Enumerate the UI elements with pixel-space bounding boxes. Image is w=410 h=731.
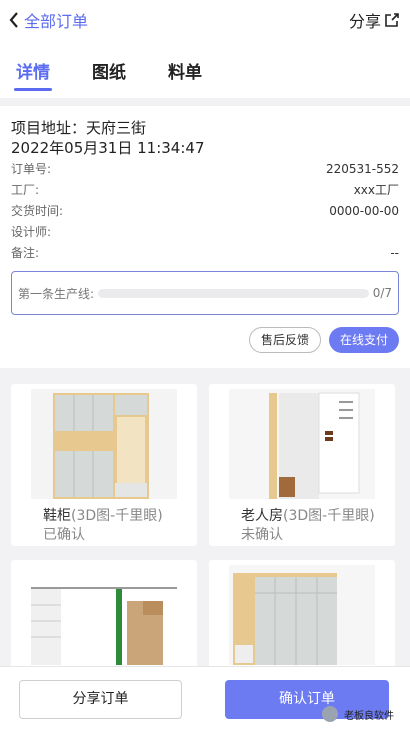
- design-thumbnail: [229, 565, 375, 665]
- after-sales-button[interactable]: 售后反馈: [248, 327, 321, 353]
- design-card[interactable]: 鞋柜(3D图-千里眼) 已确认: [11, 384, 197, 546]
- delivery-time-label: 交货时间:: [11, 204, 64, 218]
- production-progress-text: 0/7: [372, 286, 392, 300]
- action-buttons: 售后反馈 在线支付: [11, 327, 399, 353]
- tab-materials[interactable]: 料单: [168, 58, 202, 91]
- production-progress-bar: [98, 288, 369, 298]
- factory-label: 工厂:: [11, 183, 40, 197]
- design-title: 鞋柜(3D图-千里眼): [43, 505, 163, 525]
- production-line-label: 第一条生产线:: [18, 286, 95, 301]
- design-thumbnail: [229, 389, 375, 499]
- design-card[interactable]: [11, 560, 197, 667]
- design-thumbnail: [31, 389, 177, 499]
- design-status: 已确认: [43, 527, 85, 543]
- chevron-left-icon: [9, 12, 18, 28]
- design-card[interactable]: [209, 560, 395, 667]
- tab-details[interactable]: 详情: [14, 58, 52, 91]
- remark-label: 备注:: [11, 246, 40, 260]
- share-order-button[interactable]: 分享订单: [19, 680, 182, 719]
- order-number-label: 订单号:: [11, 162, 52, 176]
- project-address: 项目地址：天府三街: [11, 119, 147, 137]
- back-button[interactable]: 全部订单: [8, 8, 88, 32]
- back-label: 全部订单: [24, 12, 89, 31]
- wechat-logo-icon: [322, 706, 338, 722]
- factory-value: xxx工厂: [353, 183, 399, 197]
- remark-value: --: [390, 246, 399, 260]
- design-type: (3D图-千里眼): [283, 508, 375, 524]
- design-thumbnail: [31, 565, 177, 665]
- tab-drawings[interactable]: 图纸: [92, 58, 126, 91]
- field-row: 备注: --: [11, 243, 399, 264]
- pay-online-button[interactable]: 在线支付: [328, 327, 399, 353]
- designer-label: 设计师:: [11, 225, 52, 239]
- share-icon: [385, 13, 399, 27]
- order-number-value: 220531-552: [325, 162, 399, 176]
- order-info-card: 项目地址：天府三街 2022年05月31日 11:34:47 订单号: 2205…: [0, 106, 410, 368]
- share-label: 分享: [348, 12, 381, 31]
- design-card[interactable]: 老人房(3D图-千里眼) 未确认: [209, 384, 395, 546]
- design-status: 未确认: [241, 527, 283, 543]
- header: 全部订单 分享 详情 图纸 料单: [0, 0, 410, 98]
- production-line-box: 第一条生产线: 0/7: [11, 271, 399, 315]
- field-row: 设计师:: [11, 222, 399, 243]
- order-datetime: 2022年05月31日 11:34:47: [11, 139, 205, 157]
- design-name: 鞋柜: [43, 508, 71, 524]
- share-button[interactable]: 分享: [349, 8, 400, 32]
- design-grid: 鞋柜(3D图-千里眼) 已确认 老人房(3D图-千里眼) 未确认: [11, 384, 395, 667]
- watermark: 老板良软件: [322, 706, 394, 722]
- design-type: (3D图-千里眼): [71, 508, 163, 524]
- design-name: 老人房: [241, 508, 283, 524]
- field-row: 交货时间: 0000-00-00: [11, 201, 399, 222]
- field-row: 工厂: xxx工厂: [11, 180, 399, 201]
- watermark-text: 老板良软件: [344, 710, 394, 722]
- design-title: 老人房(3D图-千里眼): [241, 505, 375, 525]
- field-row: 订单号: 220531-552: [11, 159, 399, 180]
- tab-bar: 详情 图纸 料单: [14, 58, 244, 91]
- delivery-time-value: 0000-00-00: [329, 204, 399, 218]
